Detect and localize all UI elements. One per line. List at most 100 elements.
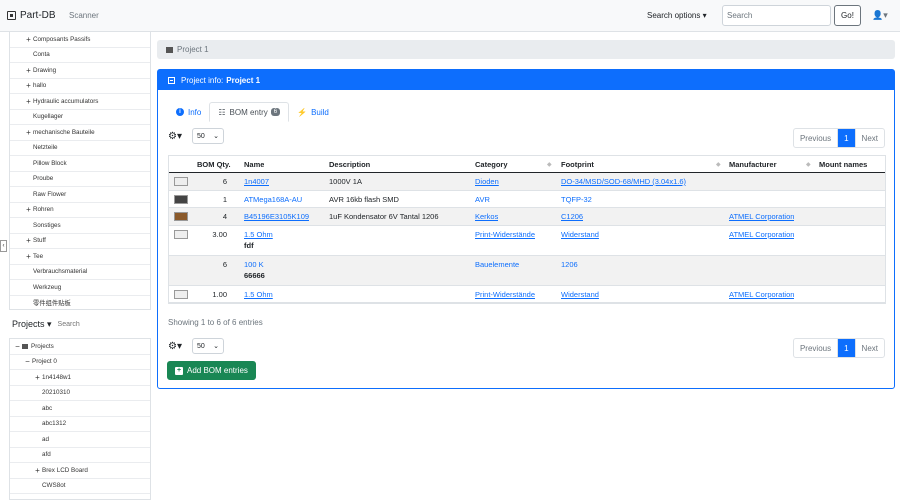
part-thumbnail[interactable]: [174, 289, 188, 299]
collapse-icon[interactable]: [168, 76, 175, 84]
expand-toggle-icon[interactable]: +: [24, 252, 33, 261]
cell-category[interactable]: Dioden: [475, 177, 499, 186]
cell-footprint[interactable]: DO-34/MSD/SOD-68/MHD (3.04x1.6): [561, 177, 686, 186]
tab-bom-entry[interactable]: ☷ BOM entry 6: [209, 102, 290, 122]
expand-toggle-icon[interactable]: +: [24, 128, 33, 137]
project-tree-item[interactable]: abc1312: [10, 417, 150, 432]
expand-toggle-icon[interactable]: +: [33, 373, 42, 382]
cell-name[interactable]: 1.5 Ohm: [244, 230, 273, 239]
pagination-page[interactable]: 1: [837, 129, 855, 147]
project-tree-item[interactable]: + Brex LCD Board: [10, 463, 150, 479]
category-tree-item[interactable]: + Stuff: [10, 234, 150, 249]
col-header-description[interactable]: Description: [329, 160, 370, 169]
scanner-link[interactable]: Scanner: [69, 11, 99, 20]
part-thumbnail[interactable]: [174, 212, 188, 221]
category-tree-item[interactable]: + Hydraulic accumulators: [10, 94, 150, 110]
cell-category[interactable]: Kerkos: [475, 212, 498, 221]
projects-dropdown[interactable]: Projects ▾: [12, 319, 52, 330]
table-row[interactable]: 1.00 1.5 Ohm Print-Widerstände Widerstand AT…: [169, 286, 885, 303]
expand-toggle-icon[interactable]: −: [23, 357, 32, 366]
project-tree-item[interactable]: +1n4148w1: [10, 370, 150, 386]
cell-footprint[interactable]: C1206: [561, 212, 583, 221]
category-tree-item[interactable]: Proube: [10, 172, 150, 187]
part-thumbnail[interactable]: [174, 229, 188, 239]
cell-name[interactable]: 1.5 Ohm: [244, 290, 273, 299]
project-tree-item[interactable]: ad: [10, 432, 150, 448]
table-row[interactable]: 6 1n4007 1000V 1A Dioden DO-34/MSD/SOD-68/MH…: [169, 173, 885, 191]
cell-footprint[interactable]: Widerstand: [561, 230, 599, 239]
project-tree-item[interactable]: abc: [10, 401, 150, 417]
pagination-previous[interactable]: Previous: [794, 129, 837, 147]
project-tree-item[interactable]: afd: [10, 448, 150, 463]
cell-manufacturer[interactable]: ATMEL Corporation: [729, 230, 794, 239]
add-bom-entries-button[interactable]: + Add BOM entries: [167, 361, 256, 380]
pagination-next[interactable]: Next: [854, 339, 884, 357]
expand-toggle-icon[interactable]: +: [24, 97, 33, 106]
category-tree-item[interactable]: + Drawing: [10, 63, 150, 79]
breadcrumb-item[interactable]: Project 1: [177, 45, 209, 54]
category-tree-item[interactable]: Conta: [10, 48, 150, 63]
category-tree-item[interactable]: Werkzeug: [10, 280, 150, 296]
category-tree-item[interactable]: 零件组件贴板: [10, 296, 150, 310]
category-tree-item[interactable]: + hallo: [10, 79, 150, 94]
cell-name[interactable]: 1n4007: [244, 177, 269, 186]
project-tree-item[interactable]: − Projects: [10, 339, 150, 355]
gear-icon[interactable]: ⚙▾: [168, 341, 192, 352]
part-thumbnail[interactable]: [174, 194, 188, 204]
category-tree-item[interactable]: Netzteile: [10, 141, 150, 156]
table-row[interactable]: 6 100 K Bauelemente 1206 66666: [169, 255, 885, 286]
category-tree-item[interactable]: Pillow Block: [10, 156, 150, 172]
pagination-next[interactable]: Next: [854, 129, 884, 147]
expand-toggle-icon[interactable]: +: [24, 236, 33, 245]
expand-toggle-icon[interactable]: +: [33, 466, 42, 475]
expand-toggle-icon[interactable]: +: [24, 35, 33, 44]
cell-manufacturer[interactable]: ATMEL Corporation: [729, 290, 794, 299]
page-length-select[interactable]: 50 ⌄: [192, 128, 224, 144]
table-row[interactable]: 1 ATMega168A-AU AVR 16kb flash SMD AVR TQFP-…: [169, 191, 885, 208]
cell-category[interactable]: Print-Widerstände: [475, 290, 535, 299]
project-tree-item[interactable]: − Project 0: [10, 355, 150, 370]
table-row[interactable]: 3.00 1.5 Ohm Print-Widerstände Widerstand AT…: [169, 226, 885, 256]
category-tree-label: Conta: [33, 51, 50, 59]
col-header-name[interactable]: Name: [244, 160, 264, 169]
gear-icon[interactable]: ⚙▾: [168, 131, 192, 142]
col-header-footprint[interactable]: Footprint: [561, 160, 594, 169]
category-tree-item[interactable]: + Composants Passifs: [10, 32, 150, 48]
col-header-manufacturer[interactable]: Manufacturer: [729, 160, 777, 169]
project-tree-item[interactable]: CWS8ot: [10, 479, 150, 494]
project-tree-item[interactable]: 20210310: [10, 386, 150, 401]
user-menu-icon[interactable]: 👤▾: [872, 10, 888, 21]
search-options-dropdown[interactable]: Search options ▾: [647, 11, 707, 20]
category-tree-item[interactable]: + Tee: [10, 249, 150, 265]
col-header-category[interactable]: Category: [475, 160, 508, 169]
category-tree-item[interactable]: Raw Flower: [10, 187, 150, 203]
tab-info[interactable]: i Info: [168, 102, 209, 122]
cell-category[interactable]: Print-Widerstände: [475, 230, 535, 239]
expand-toggle-icon[interactable]: +: [24, 81, 33, 90]
brand-link[interactable]: Part-DB: [7, 10, 56, 21]
category-tree-item[interactable]: + mechanische Bauteile: [10, 125, 150, 141]
part-thumbnail[interactable]: [174, 177, 188, 186]
pagination-page[interactable]: 1: [837, 339, 855, 357]
category-tree-item[interactable]: Verbrauchsmaterial: [10, 265, 150, 280]
col-header-qty[interactable]: BOM Qty.: [197, 160, 231, 169]
project-tree-label: Brex LCD Board: [42, 466, 88, 474]
go-button[interactable]: Go!: [834, 5, 861, 26]
expand-toggle-icon[interactable]: +: [24, 205, 33, 214]
search-input[interactable]: [722, 5, 831, 26]
cell-footprint[interactable]: Widerstand: [561, 290, 599, 299]
expand-toggle-icon[interactable]: +: [24, 66, 33, 75]
tab-build[interactable]: ⚡ Build: [289, 102, 337, 122]
category-tree-item[interactable]: + Rohren: [10, 203, 150, 218]
expand-toggle-icon[interactable]: −: [13, 342, 22, 351]
projects-search-input[interactable]: [57, 321, 128, 328]
cell-manufacturer[interactable]: ATMEL Corporation: [729, 212, 794, 221]
category-tree-item[interactable]: Sonstiges: [10, 218, 150, 234]
table-row[interactable]: 4 B45196E3105K109 1uF Kondensator 6V Tanta…: [169, 208, 885, 226]
page-length-select[interactable]: 50 ⌄: [192, 338, 224, 354]
cell-name[interactable]: B45196E3105K109: [244, 212, 309, 221]
col-header-mount-names[interactable]: Mount names: [819, 160, 867, 169]
sidebar-collapse-toggle[interactable]: ‹: [0, 240, 7, 252]
pagination-previous[interactable]: Previous: [794, 339, 837, 357]
category-tree-item[interactable]: Kugellager: [10, 110, 150, 125]
